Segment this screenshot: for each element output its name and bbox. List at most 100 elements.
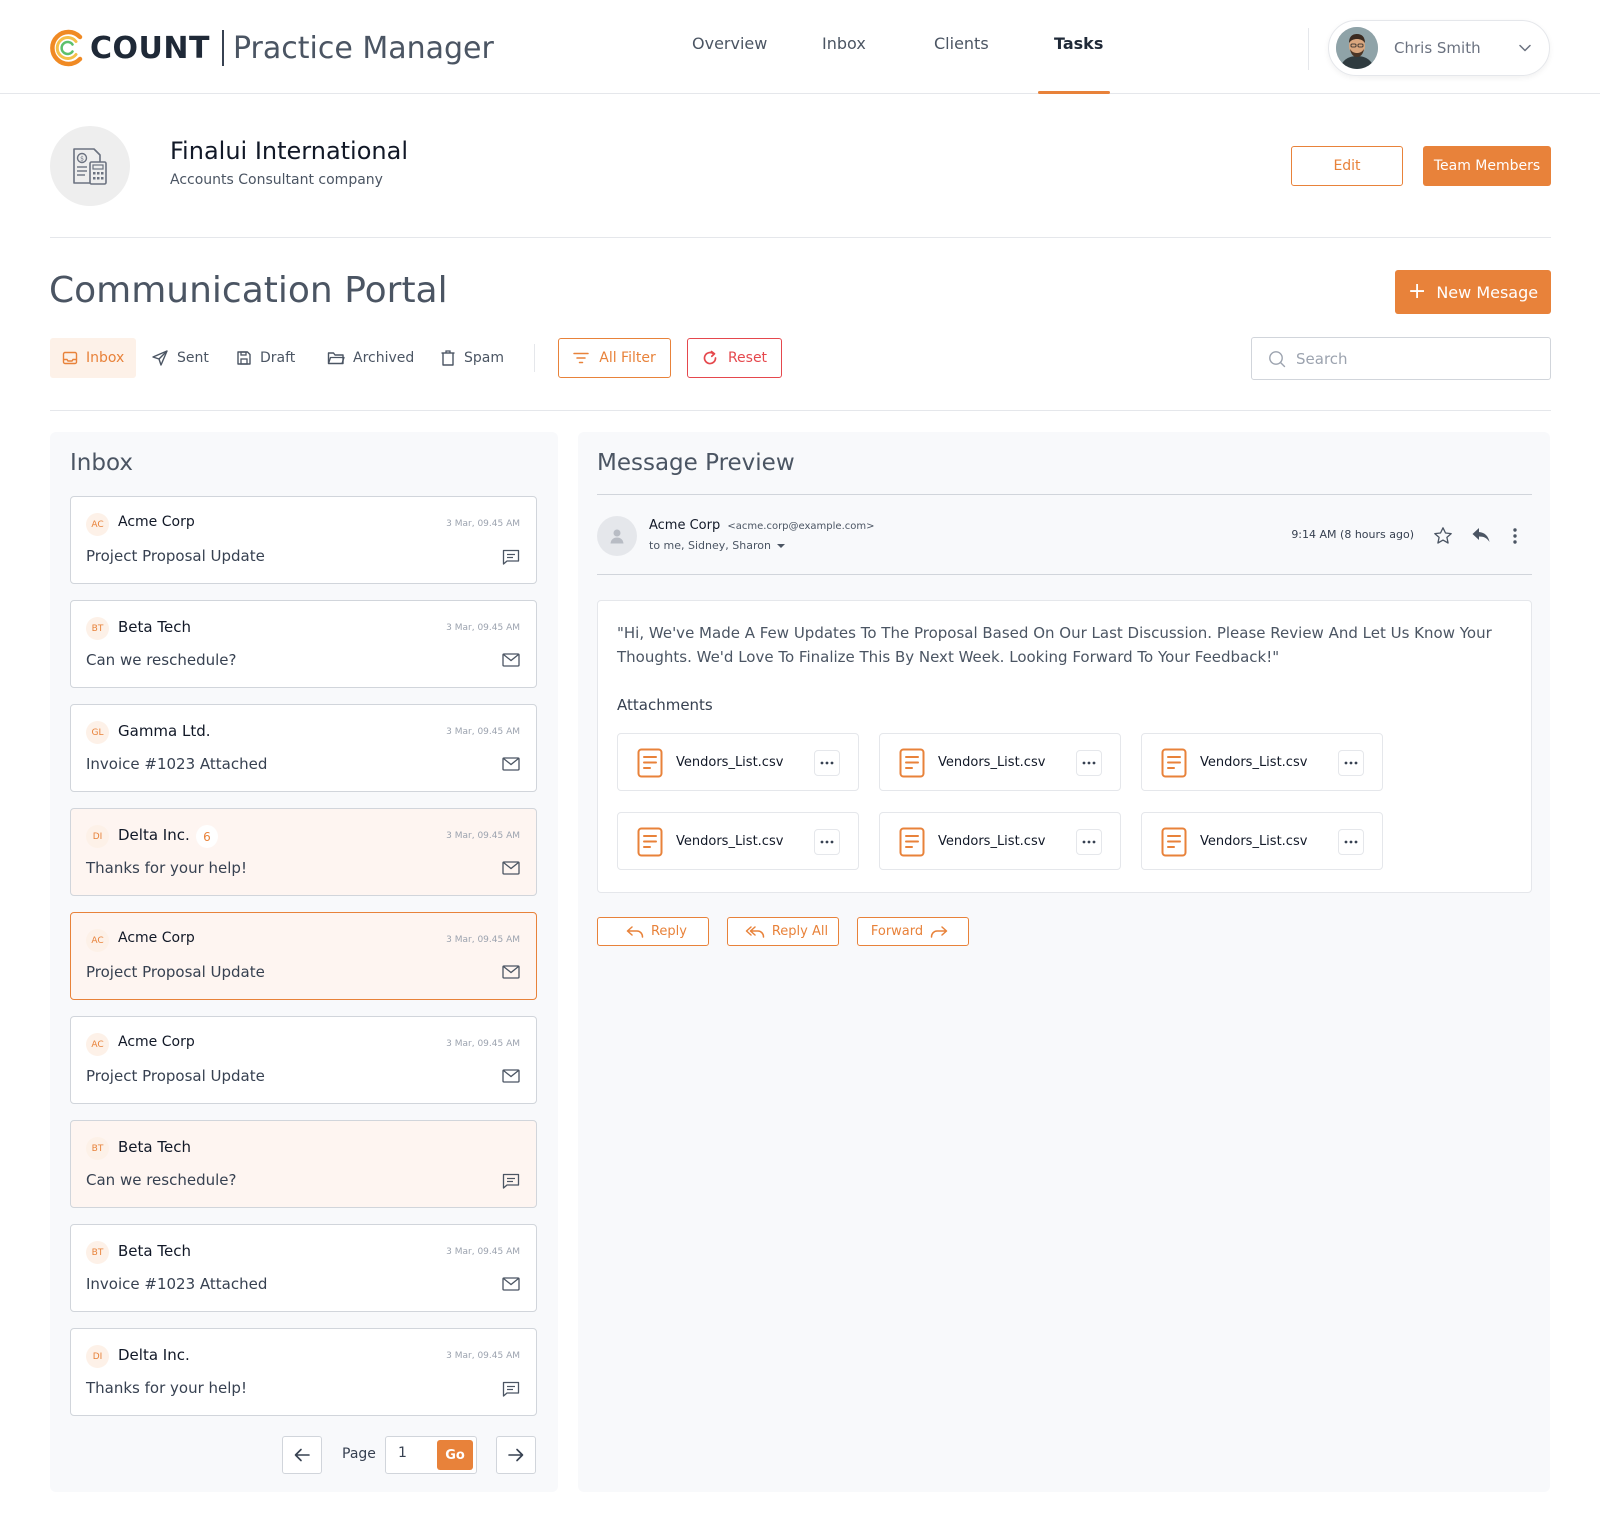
sender-name: Beta Tech <box>118 1242 191 1260</box>
more-vertical-icon[interactable] <box>1512 526 1518 546</box>
all-filter-button[interactable]: All Filter <box>558 338 671 378</box>
list-item[interactable]: DI Delta Inc. 6 3 Mar, 09.45 AM Thanks f… <box>70 808 537 896</box>
sender-name: Gamma Ltd. <box>118 722 211 740</box>
reply-label: Reply <box>650 924 687 939</box>
list-item[interactable]: AC Acme Corp 3 Mar, 09.45 AM Project Pro… <box>70 496 537 584</box>
message-subject: Project Proposal Update <box>86 963 265 981</box>
new-message-button[interactable]: + New Mesage <box>1395 270 1551 314</box>
search-input[interactable] <box>1296 349 1536 368</box>
tab-sent[interactable]: Sent <box>151 338 209 378</box>
mail-icon <box>502 1277 520 1291</box>
file-icon <box>1161 827 1187 857</box>
attachment-more-button[interactable] <box>1076 829 1102 855</box>
attachment-name: Vendors_List.csv <box>1200 834 1308 849</box>
message-icon <box>502 1173 520 1189</box>
user-name: Chris Smith <box>1394 39 1481 57</box>
forward-label: Forward <box>870 924 924 939</box>
nav-overview[interactable]: Overview <box>692 34 767 53</box>
avatar <box>1336 27 1378 69</box>
folder-icon <box>327 352 345 365</box>
attachment-card[interactable]: Vendors_List.csv <box>1141 733 1383 791</box>
caret-down-icon[interactable] <box>776 543 785 548</box>
preview-time: 9:14 AM (8 hours ago) <box>1291 528 1414 541</box>
tab-archived[interactable]: Archived <box>327 338 414 378</box>
message-subject: Invoice #1023 Attached <box>86 755 268 773</box>
nav-inbox[interactable]: Inbox <box>822 34 866 53</box>
attachment-more-button[interactable] <box>1076 750 1102 776</box>
attachments-title: Attachments <box>617 696 713 714</box>
next-page-button[interactable] <box>496 1436 536 1474</box>
attachment-more-button[interactable] <box>1338 829 1364 855</box>
nav-clients[interactable]: Clients <box>934 34 989 53</box>
star-icon[interactable] <box>1433 526 1453 546</box>
message-icon <box>502 549 520 565</box>
reply-all-icon <box>745 925 765 938</box>
message-time: 3 Mar, 09.45 AM <box>446 935 520 945</box>
client-avatar: $ <box>50 126 130 206</box>
sender-name: Acme Corp <box>118 514 195 530</box>
attachment-more-button[interactable] <box>814 829 840 855</box>
reply-all-button[interactable]: Reply All <box>727 917 839 946</box>
more-horizontal-icon <box>1082 840 1096 844</box>
forward-button[interactable]: Forward <box>857 917 969 946</box>
list-item[interactable]: GL Gamma Ltd. 3 Mar, 09.45 AM Invoice #1… <box>70 704 537 792</box>
more-horizontal-icon <box>820 761 834 765</box>
message-time: 3 Mar, 09.45 AM <box>446 519 520 529</box>
nav-tasks[interactable]: Tasks <box>1054 34 1103 53</box>
list-item[interactable]: DI Delta Inc. 3 Mar, 09.45 AM Thanks for… <box>70 1328 537 1416</box>
more-horizontal-icon <box>1082 761 1096 765</box>
attachment-card[interactable]: Vendors_List.csv <box>1141 812 1383 870</box>
list-item[interactable]: BT Beta Tech 3 Mar, 09.45 AM Can we resc… <box>70 600 537 688</box>
sender-initials: BT <box>86 1241 109 1264</box>
tab-draft[interactable]: Draft <box>236 338 295 378</box>
search-icon <box>1269 350 1286 367</box>
sender-initials: DI <box>86 1345 109 1368</box>
attachment-more-button[interactable] <box>1338 750 1364 776</box>
message-time: 3 Mar, 09.45 AM <box>446 1247 520 1257</box>
attachment-name: Vendors_List.csv <box>676 834 784 849</box>
attachment-card[interactable]: Vendors_List.csv <box>617 812 859 870</box>
list-item[interactable]: AC Acme Corp 3 Mar, 09.45 AM Project Pro… <box>70 912 537 1000</box>
preview-title: Message Preview <box>597 450 795 476</box>
attachment-card[interactable]: Vendors_List.csv <box>617 733 859 791</box>
list-item[interactable]: AC Acme Corp 3 Mar, 09.45 AM Project Pro… <box>70 1016 537 1104</box>
tab-inbox[interactable]: Inbox <box>50 338 137 378</box>
more-horizontal-icon <box>1344 840 1358 844</box>
attachment-more-button[interactable] <box>814 750 840 776</box>
preview-time-value: 9:14 AM <box>1291 528 1337 541</box>
preview-sender: Acme Corp <acme.corp@example.com> <box>649 518 874 533</box>
accounting-document-icon: $ <box>73 148 107 185</box>
attachment-name: Vendors_List.csv <box>1200 755 1308 770</box>
edit-button[interactable]: Edit <box>1291 146 1403 186</box>
all-filter-label: All Filter <box>599 350 656 366</box>
list-item[interactable]: BT Beta Tech Can we reschedule? <box>70 1120 537 1208</box>
tab-spam[interactable]: Spam <box>440 338 504 378</box>
reply-icon[interactable] <box>1471 526 1491 544</box>
reply-button[interactable]: Reply <box>597 917 709 946</box>
attachment-card[interactable]: Vendors_List.csv <box>879 733 1121 791</box>
message-body-card: "Hi, We've Made A Few Updates To The Pro… <box>597 600 1532 893</box>
reset-button[interactable]: Reset <box>687 338 782 378</box>
app-logo[interactable]: COUNT Practice Manager <box>50 26 494 70</box>
reply-arrow-icon <box>626 925 644 938</box>
attachment-card[interactable]: Vendors_List.csv <box>879 812 1121 870</box>
message-time: 3 Mar, 09.45 AM <box>446 1039 520 1049</box>
preview-recipients-text: to me, Sidney, Sharon <box>649 539 771 552</box>
filter-icon <box>573 352 589 364</box>
user-menu[interactable]: Chris Smith <box>1328 20 1550 76</box>
user-icon <box>610 529 624 544</box>
previous-page-button[interactable] <box>282 1436 322 1474</box>
reset-label: Reset <box>727 350 768 366</box>
message-subject: Can we reschedule? <box>86 1171 237 1189</box>
message-subject: Can we reschedule? <box>86 651 237 669</box>
list-item[interactable]: BT Beta Tech 3 Mar, 09.45 AM Invoice #10… <box>70 1224 537 1312</box>
unread-count-badge: 6 <box>196 825 218 848</box>
go-button[interactable]: Go <box>437 1440 473 1470</box>
count-logo-icon <box>50 29 83 67</box>
page-label: Page <box>342 1446 376 1462</box>
page-number-input[interactable] <box>398 1445 432 1461</box>
preview-sender-email: <acme.corp@example.com> <box>727 521 875 532</box>
attachment-name: Vendors_List.csv <box>938 834 1046 849</box>
team-members-button[interactable]: Team Members <box>1423 146 1551 186</box>
search-box[interactable] <box>1251 337 1551 380</box>
